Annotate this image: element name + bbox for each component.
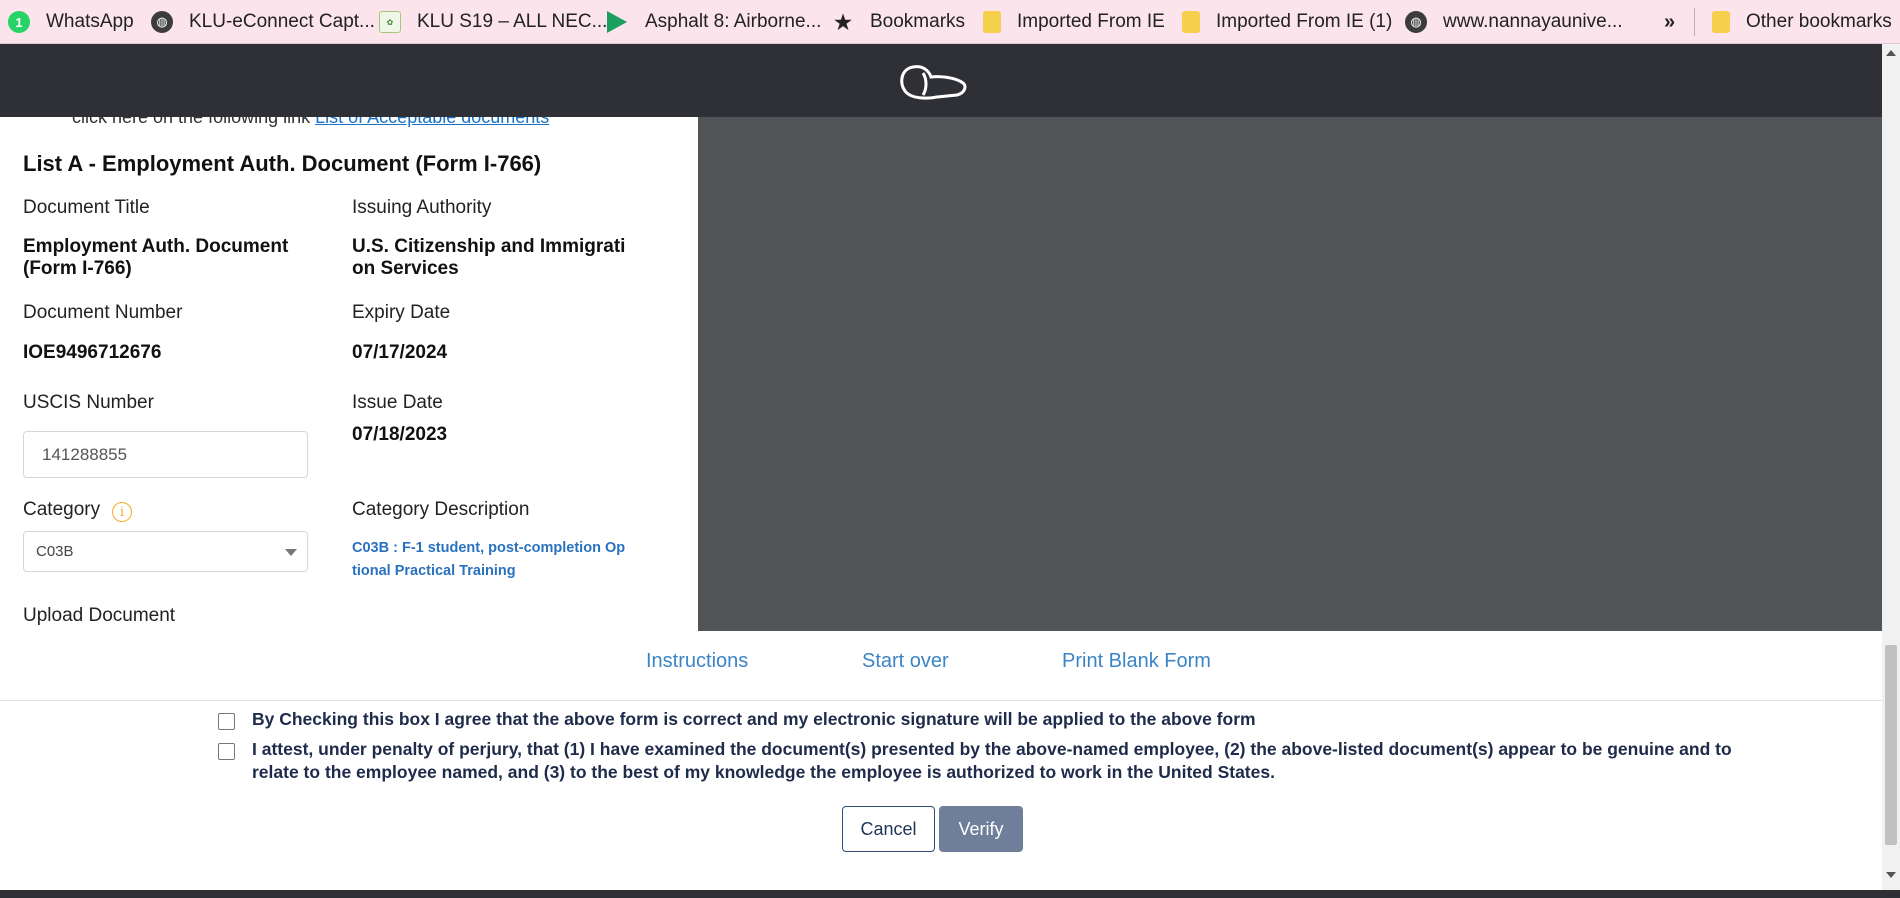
document-number-label: Document Number [23,302,183,323]
klu-icon: ✿ [379,11,401,33]
category-selected-value: C03B [36,543,74,560]
bookmark-whatsapp[interactable]: 1 WhatsApp [8,0,134,44]
note-text: click here on the following link [72,117,311,127]
info-icon[interactable]: i [112,502,132,522]
bookmark-label: Imported From IE [1017,11,1165,32]
document-preview [698,117,1882,631]
cancel-button[interactable]: Cancel [842,806,935,852]
issuing-authority-label: Issuing Authority [352,197,492,218]
bookmark-klu-econnect[interactable]: ◍ KLU-eConnect Capt... [151,0,375,44]
upload-document-label: Upload Document [23,605,176,626]
chevron-down-icon [285,549,297,556]
category-select[interactable]: C03B [23,531,308,572]
scroll-down-arrow-icon[interactable] [1886,872,1896,878]
category-description-label: Category Description [352,499,530,520]
bookmark-label: Other bookmarks [1746,11,1892,32]
instructions-link[interactable]: Instructions [646,650,748,673]
app-header [0,44,1882,117]
expiry-date-label: Expiry Date [352,302,451,323]
verify-button[interactable]: Verify [939,806,1023,852]
bookmark-imported-ie[interactable]: Imported From IE [983,0,1165,44]
folder-icon [1182,11,1200,33]
print-blank-form-link[interactable]: Print Blank Form [1062,650,1211,673]
bookmark-asphalt[interactable]: Asphalt 8: Airborne... [607,0,821,44]
bookmark-label: WhatsApp [46,11,134,32]
category-description-value: C03B : F-1 student, post-completion Op t… [352,540,626,579]
more-bookmarks-button[interactable]: » [1664,0,1675,44]
star-icon: ★ [832,8,854,35]
document-form-panel: click here on the following link List of… [0,117,698,631]
play-store-icon [607,11,627,33]
bottom-strip [0,890,1900,898]
document-number-value: IOE9496712676 [23,342,162,363]
bookmark-label: Asphalt 8: Airborne... [645,11,822,32]
category-label: Category [23,499,101,520]
acceptable-documents-note: click here on the following link List of… [72,117,549,128]
signature-checkbox[interactable] [218,713,235,730]
globe-icon: ◍ [1405,11,1427,33]
bookmark-label: KLU S19 – ALL NEC... [417,11,608,32]
divider [0,700,1882,701]
issuing-authority-value: U.S. Citizenship and Immigrati on Servic… [352,236,626,279]
bookmarks-bar: 1 WhatsApp ◍ KLU-eConnect Capt... ✿ KLU … [0,0,1900,44]
bookmark-imported-ie-1[interactable]: Imported From IE (1) [1182,0,1392,44]
whatsapp-icon: 1 [8,11,30,33]
uscis-number-input[interactable] [23,431,308,478]
bookmark-label: Imported From IE (1) [1216,11,1393,32]
uscis-number-label: USCIS Number [23,392,154,413]
section-title: List A - Employment Auth. Document (Form… [23,151,542,176]
bookmark-label: Bookmarks [870,11,966,32]
bookmarks-separator [1694,8,1695,36]
globe-icon: ◍ [151,11,173,33]
page-scrollbar[interactable] [1882,44,1900,890]
issue-date-value: 07/18/2023 [352,424,448,445]
start-over-link[interactable]: Start over [862,650,949,673]
folder-icon [983,11,1001,33]
bookmark-other[interactable]: Other bookmarks [1712,0,1892,44]
bookmark-label: KLU-eConnect Capt... [189,11,375,32]
document-title-value: Employment Auth. Document (Form I-766) [23,236,289,279]
issue-date-label: Issue Date [352,392,443,413]
bookmark-bookmarks[interactable]: ★ Bookmarks [832,0,965,44]
scroll-up-arrow-icon[interactable] [1886,50,1896,56]
expiry-date-value: 07/17/2024 [352,342,448,363]
bookmark-klu-s19[interactable]: ✿ KLU S19 – ALL NEC... [379,0,607,44]
folder-icon [1712,11,1730,33]
bookmark-nannaya[interactable]: ◍ www.nannayaunive... [1405,0,1623,44]
bookmark-label: www.nannayaunive... [1443,11,1623,32]
acceptable-documents-link[interactable]: List of Acceptable documents [315,117,549,127]
dog-logo-icon [900,65,967,100]
scrollbar-thumb[interactable] [1885,645,1897,845]
signature-agreement-text: By Checking this box I agree that the ab… [252,709,1256,729]
document-title-label: Document Title [23,197,150,218]
attestation-checkbox[interactable] [218,743,235,760]
attestation-text: I attest, under penalty of perjury, that… [252,739,1732,782]
